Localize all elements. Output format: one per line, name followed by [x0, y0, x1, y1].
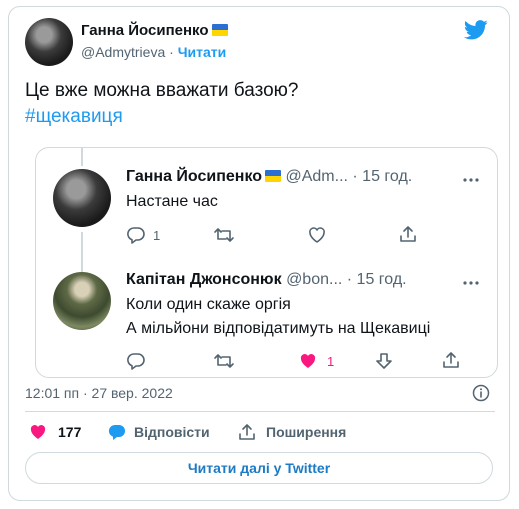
tweet-text: Це вже можна вважати базою? — [25, 80, 299, 101]
tweet-card: Ганна Йосипенко @Admytrieva · Читати Це … — [8, 6, 510, 501]
like-action[interactable]: 177 — [28, 422, 81, 442]
like-action[interactable]: 1 — [298, 351, 334, 371]
more-icon[interactable] — [463, 178, 479, 182]
share-action[interactable]: Поширення — [237, 422, 346, 442]
heart-icon — [298, 351, 318, 371]
thread-text-line: А мільйони відповідатимуть на Щекавиці — [126, 320, 431, 337]
follow-link[interactable]: Читати — [178, 44, 227, 60]
share-icon — [237, 422, 257, 442]
twitter-bird-icon[interactable] — [464, 20, 488, 40]
author-avatar[interactable] — [25, 18, 73, 66]
reply-icon[interactable] — [126, 351, 146, 371]
author-handle[interactable]: @Admytrieva — [81, 44, 165, 60]
reply-action[interactable]: 1 — [126, 225, 160, 245]
thread-line-top — [81, 148, 83, 166]
more-icon[interactable] — [463, 281, 479, 285]
like-count: 1 — [327, 353, 335, 369]
reply-count: 1 — [153, 227, 161, 243]
ukraine-flag-icon — [211, 24, 228, 36]
thread-text: Настане час — [126, 193, 218, 210]
share-label: Поширення — [266, 424, 347, 440]
thread-text-line: Коли один скаже оргія — [126, 296, 291, 313]
retweet-icon[interactable] — [213, 351, 235, 371]
share-icon[interactable] — [398, 224, 418, 244]
thread-avatar[interactable] — [53, 272, 111, 330]
thread-avatar[interactable] — [53, 169, 111, 227]
author-name[interactable]: Ганна Йосипенко — [81, 22, 209, 39]
thread-line — [81, 232, 83, 274]
author-handle-row: @Admytrieva · Читати — [81, 44, 226, 60]
share-icon[interactable] — [441, 350, 461, 370]
thread-header: Капітан Джонсонюк @bon... · 15 год. — [126, 271, 407, 289]
tweet-timestamp[interactable]: 12:01 пп · 27 вер. 2022 — [25, 385, 173, 401]
reply-label: Відповісти — [134, 424, 210, 440]
heart-icon — [28, 422, 48, 442]
hashtag-link[interactable]: #щекавиця — [25, 106, 123, 128]
reply-icon — [107, 422, 127, 442]
ukraine-flag-icon — [265, 170, 282, 182]
reply-icon — [126, 225, 146, 245]
downvote-icon[interactable] — [374, 351, 394, 371]
thread-author-name[interactable]: Ганна Йосипенко — [126, 168, 262, 185]
retweet-icon[interactable] — [213, 225, 235, 245]
separator: · — [169, 44, 174, 60]
read-more-button[interactable]: Читати далі у Twitter — [25, 452, 493, 484]
thread-author-name[interactable]: Капітан Джонсонюк — [126, 271, 282, 288]
reply-action[interactable]: Відповісти — [107, 422, 210, 442]
thread-header: Ганна Йосипенко @Adm... · 15 год. — [126, 168, 412, 186]
like-count: 177 — [58, 424, 82, 440]
quoted-thread[interactable]: Ганна Йосипенко @Adm... · 15 год. Настан… — [35, 147, 498, 378]
thread-handle-time[interactable]: @bon... · 15 год. — [286, 271, 407, 288]
thread-handle-time[interactable]: @Adm... · 15 год. — [285, 168, 412, 185]
author-name-row[interactable]: Ганна Йосипенко — [81, 22, 228, 39]
divider — [25, 411, 495, 412]
info-icon[interactable] — [472, 384, 490, 402]
heart-icon[interactable] — [307, 225, 327, 245]
